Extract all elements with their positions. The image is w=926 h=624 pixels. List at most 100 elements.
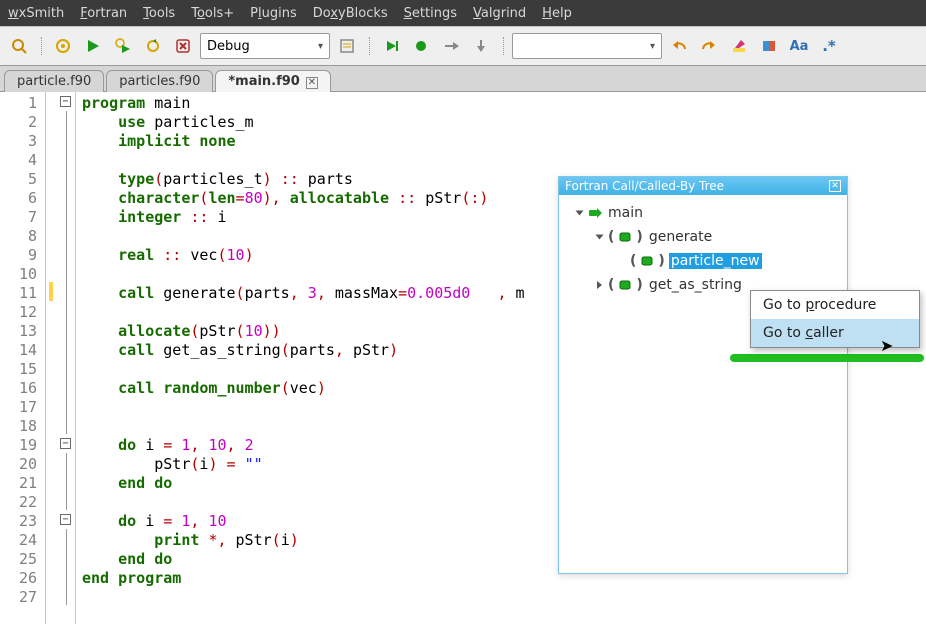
- breakpoint-icon[interactable]: [408, 33, 434, 59]
- context-menu-item[interactable]: Go to caller: [751, 319, 919, 347]
- change-marker: [46, 339, 56, 358]
- paren-icon: (: [608, 229, 614, 245]
- context-menu-item[interactable]: Go to procedure: [751, 291, 919, 319]
- build-target-combo[interactable]: Debug ▾: [200, 33, 330, 59]
- regex-icon[interactable]: .*: [816, 33, 842, 59]
- rebuild-icon[interactable]: [140, 33, 166, 59]
- change-marker: [49, 282, 53, 301]
- expander-open-icon[interactable]: [576, 211, 584, 216]
- line-number: 11: [2, 284, 37, 303]
- tree-node[interactable]: main: [563, 201, 843, 225]
- code-line[interactable]: program main: [82, 94, 920, 113]
- code-line[interactable]: use particles_m: [82, 113, 920, 132]
- fold-cell: [56, 244, 75, 263]
- undo-icon[interactable]: [666, 33, 692, 59]
- line-number: 13: [2, 322, 37, 341]
- abort-icon[interactable]: [170, 33, 196, 59]
- menu-item[interactable]: Valgrind: [473, 6, 526, 21]
- run-icon[interactable]: [80, 33, 106, 59]
- expander-closed-icon[interactable]: [597, 281, 602, 289]
- menu-item[interactable]: Fortran: [80, 6, 127, 21]
- menu-item[interactable]: wxSmith: [8, 6, 64, 21]
- change-marker: [46, 396, 56, 415]
- panel-titlebar[interactable]: Fortran Call/Called-By Tree ✕: [559, 177, 847, 195]
- debug-continue-icon[interactable]: [378, 33, 404, 59]
- menu-item[interactable]: Tools+: [191, 6, 234, 21]
- menu-item[interactable]: DoxyBlocks: [313, 6, 388, 21]
- line-number: 7: [2, 208, 37, 227]
- build-run-icon[interactable]: [110, 33, 136, 59]
- target-dialog-icon[interactable]: [334, 33, 360, 59]
- change-marker: [46, 377, 56, 396]
- toolbar: Debug ▾ ▾ Aa .*: [0, 26, 926, 66]
- match-case-icon[interactable]: Aa: [786, 33, 812, 59]
- fold-toggle-icon[interactable]: −: [60, 438, 71, 449]
- paren-icon: ): [636, 277, 642, 293]
- change-marker: [46, 92, 56, 111]
- line-number: 20: [2, 455, 37, 474]
- change-marker: [46, 472, 56, 491]
- change-marker: [46, 149, 56, 168]
- paren-icon: (: [630, 253, 636, 269]
- fold-toggle-icon[interactable]: −: [60, 96, 71, 107]
- change-marker: [46, 206, 56, 225]
- code-line[interactable]: [82, 588, 920, 607]
- line-number: 17: [2, 398, 37, 417]
- line-number: 6: [2, 189, 37, 208]
- separator: [36, 33, 46, 59]
- step-over-icon[interactable]: [438, 33, 464, 59]
- tree-node-label: particle_new: [669, 253, 762, 269]
- line-number: 14: [2, 341, 37, 360]
- build-target-value: Debug: [207, 39, 250, 54]
- redo-icon[interactable]: [696, 33, 722, 59]
- fold-cell[interactable]: −: [56, 434, 75, 453]
- menu-item[interactable]: Plugins: [250, 6, 297, 21]
- build-icon[interactable]: [50, 33, 76, 59]
- line-number: 2: [2, 113, 37, 132]
- chevron-down-icon: ▾: [318, 41, 323, 52]
- zoom-fit-icon[interactable]: [6, 33, 32, 59]
- change-marker: [46, 263, 56, 282]
- change-marker: [46, 415, 56, 434]
- change-marker: [46, 301, 56, 320]
- paren-icon: (: [608, 277, 614, 293]
- fold-column[interactable]: − − −: [56, 92, 76, 624]
- change-marker: [46, 529, 56, 548]
- close-icon[interactable]: ✕: [829, 180, 841, 192]
- change-marker: [46, 111, 56, 130]
- code-line[interactable]: [82, 151, 920, 170]
- call-tree-panel[interactable]: Fortran Call/Called-By Tree ✕ main() gen…: [558, 176, 848, 574]
- editor-tab[interactable]: particles.f90: [106, 70, 213, 92]
- line-number: 4: [2, 151, 37, 170]
- menu-item[interactable]: Settings: [404, 6, 457, 21]
- close-icon[interactable]: ✕: [306, 77, 318, 89]
- fold-cell: [56, 548, 75, 567]
- highlight-icon[interactable]: [726, 33, 752, 59]
- editor-tab[interactable]: particle.f90: [4, 70, 104, 92]
- menu-item[interactable]: Tools: [143, 6, 175, 21]
- editor-tab[interactable]: *main.f90✕: [215, 70, 331, 92]
- tree-node-label: get_as_string: [647, 277, 744, 293]
- fold-cell[interactable]: −: [56, 92, 75, 111]
- change-marker: [46, 358, 56, 377]
- fold-cell: [56, 187, 75, 206]
- selection-icon[interactable]: [756, 33, 782, 59]
- menu-item[interactable]: Help: [542, 6, 572, 21]
- fold-cell[interactable]: −: [56, 510, 75, 529]
- search-combo[interactable]: ▾: [512, 33, 662, 59]
- fold-cell: [56, 206, 75, 225]
- call-tree[interactable]: main() generate() particle_new() get_as_…: [559, 195, 847, 303]
- step-into-icon[interactable]: [468, 33, 494, 59]
- tree-node-label: generate: [647, 229, 714, 245]
- expander-open-icon[interactable]: [596, 235, 604, 240]
- code-line[interactable]: implicit none: [82, 132, 920, 151]
- fold-cell: [56, 377, 75, 396]
- tree-node[interactable]: () particle_new: [563, 249, 843, 273]
- line-number-gutter: 1234567891011121314151617181920212223242…: [0, 92, 46, 624]
- context-menu[interactable]: Go to procedureGo to caller: [750, 290, 920, 348]
- fold-cell: [56, 320, 75, 339]
- fold-toggle-icon[interactable]: −: [60, 514, 71, 525]
- chevron-down-icon: ▾: [650, 41, 655, 52]
- tree-node[interactable]: () generate: [563, 225, 843, 249]
- cursor-icon: ➤: [880, 336, 893, 355]
